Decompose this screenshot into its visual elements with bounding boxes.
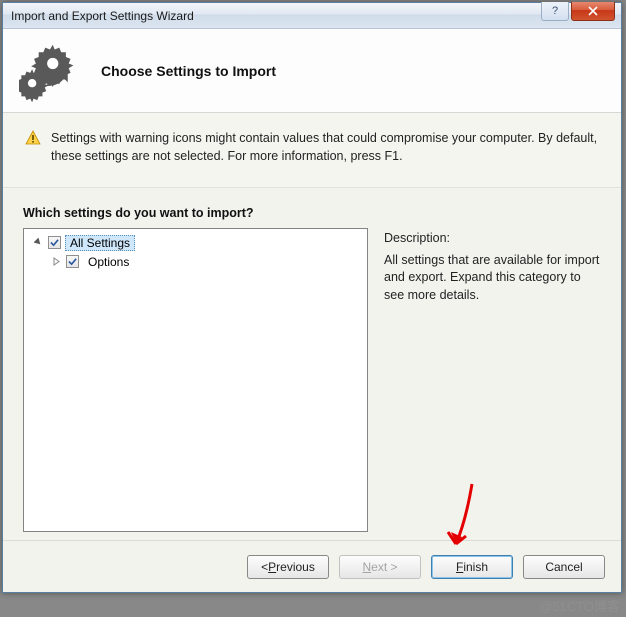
tree-label-all-settings[interactable]: All Settings (65, 235, 135, 251)
content-area: Which settings do you want to import? Al… (3, 188, 621, 540)
tree-label-options[interactable]: Options (83, 254, 134, 270)
gears-icon (19, 40, 79, 102)
window-title: Import and Export Settings Wizard (11, 9, 194, 23)
finish-button[interactable]: FinishFinish (431, 555, 513, 579)
tree-row-all-settings[interactable]: All Settings (26, 233, 365, 252)
watermark: @51CTO博客 (539, 596, 620, 615)
expander-icon[interactable] (32, 237, 44, 249)
cancel-button[interactable]: Cancel (523, 555, 605, 579)
question-label: Which settings do you want to import? (23, 206, 601, 220)
info-panel: Settings with warning icons might contai… (3, 113, 621, 188)
settings-tree[interactable]: All Settings Options (23, 228, 368, 532)
info-text: Settings with warning icons might contai… (51, 129, 599, 165)
description-text: All settings that are available for impo… (384, 252, 601, 305)
description-panel: Description: All settings that are avail… (384, 228, 601, 532)
description-heading: Description: (384, 230, 601, 248)
help-button[interactable]: ? (541, 2, 569, 21)
tree-row-options[interactable]: Options (26, 252, 365, 271)
wizard-header: Choose Settings to Import (3, 29, 621, 113)
page-title: Choose Settings to Import (101, 63, 276, 79)
checkbox-all-settings[interactable] (48, 236, 61, 249)
next-button: Next >Next (339, 555, 421, 579)
checkbox-options[interactable] (66, 255, 79, 268)
wizard-window: Import and Export Settings Wizard ? Choo… (2, 2, 622, 593)
warning-icon (25, 130, 41, 146)
titlebar[interactable]: Import and Export Settings Wizard ? (3, 3, 621, 29)
expander-icon[interactable] (50, 256, 62, 268)
help-icon: ? (552, 5, 558, 17)
close-button[interactable] (571, 2, 615, 21)
button-bar: < PPreviousrevious Next >Next FinishFini… (3, 540, 621, 592)
previous-button[interactable]: < PPreviousrevious (247, 555, 329, 579)
close-icon (588, 6, 598, 16)
